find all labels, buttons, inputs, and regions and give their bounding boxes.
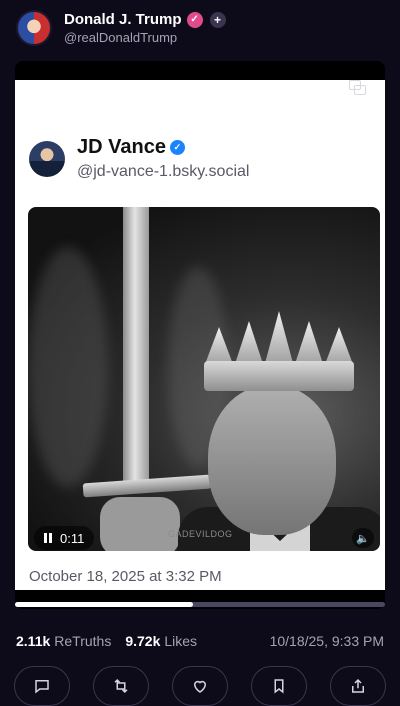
card-author: JD Vance ✓ @jd-vance-1.bsky.social (29, 136, 249, 181)
hand (100, 497, 180, 551)
crown (204, 311, 354, 391)
author-avatar[interactable] (16, 10, 52, 46)
bookmark-button[interactable] (251, 666, 307, 706)
retruth-button[interactable] (93, 666, 149, 706)
card-author-names: JD Vance ✓ @jd-vance-1.bsky.social (77, 136, 249, 181)
post-header: Donald J. Trump ✓ + @realDonaldTrump (16, 8, 384, 48)
verified-badge-icon: ✓ (186, 11, 203, 28)
video-timecode: 0:11 (60, 530, 85, 546)
card-author-handle: @jd-vance-1.bsky.social (77, 163, 250, 180)
pause-icon[interactable] (44, 533, 52, 543)
plus-icon[interactable]: + (209, 11, 226, 28)
likes-label: Likes (164, 633, 198, 649)
reply-button[interactable] (14, 666, 70, 706)
bookmark-icon (274, 679, 284, 694)
like-icon (193, 680, 207, 693)
card-author-name: JD Vance (77, 136, 166, 158)
retruths-label: ReTruths (54, 633, 112, 649)
post-stats: 2.11k ReTruths 9.72k Likes 10/18/25, 9:3… (16, 632, 384, 650)
share-button[interactable] (330, 666, 386, 706)
reply-icon (35, 680, 49, 694)
retruth-icon (114, 678, 128, 694)
likes-count: 9.72k (125, 633, 161, 649)
card-verified-icon: ✓ (169, 140, 185, 155)
author-handle[interactable]: @realDonaldTrump (64, 30, 226, 45)
post-timestamp: 10/18/25, 9:33 PM (269, 633, 384, 649)
post-actions (14, 666, 386, 706)
likes-stat[interactable]: 9.72k Likes (125, 633, 197, 649)
card-author-avatar (29, 140, 65, 177)
author-name-block: Donald J. Trump ✓ + @realDonaldTrump (64, 11, 226, 45)
background-blur (28, 247, 108, 487)
author-display-name[interactable]: Donald J. Trump (64, 11, 182, 28)
card-name-row: JD Vance ✓ (77, 136, 249, 159)
share-icon (352, 678, 364, 693)
video-player[interactable]: GADEVILDOG 0:11 🔈 (28, 207, 380, 551)
retruths-count: 2.11k (16, 633, 51, 649)
embedded-post-card: JD Vance ✓ @jd-vance-1.bsky.social GADEV… (15, 80, 385, 590)
media-progress-fill (15, 602, 193, 607)
post-media[interactable]: JD Vance ✓ @jd-vance-1.bsky.social GADEV… (15, 61, 385, 609)
video-watermark: GADEVILDOG (168, 529, 233, 539)
sword-guard (82, 474, 212, 498)
media-progress-track[interactable] (15, 602, 385, 607)
sword-blade (123, 207, 149, 487)
author-name-row: Donald J. Trump ✓ + (64, 11, 226, 28)
like-button[interactable] (172, 666, 228, 706)
retruths-stat[interactable]: 2.11k ReTruths (16, 633, 111, 649)
volume-icon[interactable]: 🔈 (352, 528, 374, 548)
card-date: October 18, 2025 at 3:32 PM (29, 568, 222, 585)
copy-icon[interactable] (349, 80, 369, 98)
face (208, 385, 336, 535)
playback-control[interactable]: 0:11 (34, 526, 95, 550)
